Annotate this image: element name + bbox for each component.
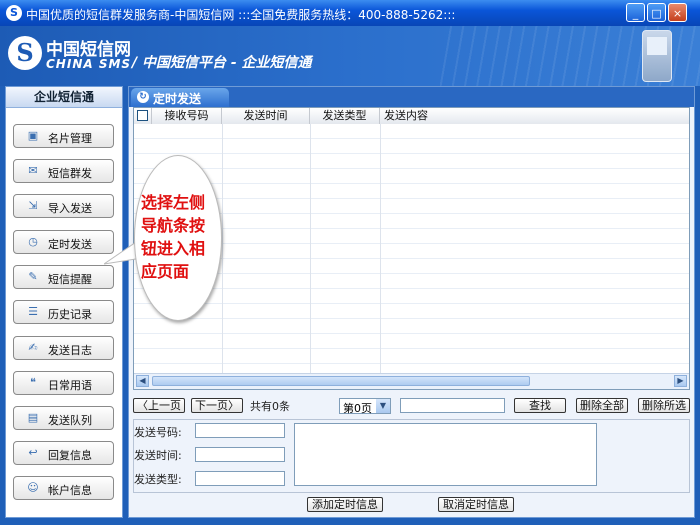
sidebar-item-label: 历史记录: [48, 308, 92, 321]
reminder-icon: ✎: [28, 270, 38, 283]
close-button[interactable]: ×: [668, 3, 687, 22]
app-icon: S: [6, 5, 22, 21]
sidebar: 企业短信通 ▣ 名片管理 ✉ 短信群发 ⇲ 导入发送 ◷ 定时发送 ✎ 短信提醒: [5, 86, 123, 518]
queue-icon: ▤: [27, 411, 39, 424]
sidebar-item-label: 发送队列: [48, 414, 92, 427]
logo-text-en: CHINA SMS: [46, 57, 132, 71]
tab-bar: ↻ 定时发送: [129, 87, 694, 107]
app-window: S 中国优质的短信群发服务商-中国短信网 :::全国免费服务热线：400-888…: [0, 0, 700, 525]
tab-scheduled-send[interactable]: ↻ 定时发送: [131, 88, 229, 107]
logo-icon: S: [8, 36, 42, 70]
column-divider: [222, 124, 223, 373]
column-divider: [310, 124, 311, 373]
sidebar-item-history[interactable]: ☰ 历史记录: [13, 300, 114, 324]
message-content-textarea[interactable]: [294, 423, 597, 486]
window-title: 中国优质的短信群发服务商-中国短信网 :::全国免费服务热线：400-888-5…: [26, 8, 456, 22]
maximize-button[interactable]: □: [647, 3, 666, 22]
type-label: 发送类型:: [134, 473, 182, 486]
tab-label: 定时发送: [153, 92, 202, 106]
sidebar-item-label: 发送日志: [48, 344, 92, 357]
horizontal-scrollbar[interactable]: ◀ ▶: [134, 373, 689, 389]
column-divider: [380, 124, 381, 373]
cancel-schedule-button[interactable]: 取消定时信息: [438, 497, 514, 512]
scroll-right-icon[interactable]: ▶: [674, 375, 687, 387]
sidebar-item-card-manage[interactable]: ▣ 名片管理: [13, 124, 114, 148]
sidebar-item-group-send[interactable]: ✉ 短信群发: [13, 159, 114, 183]
prev-page-button[interactable]: 〈上一页: [133, 398, 185, 413]
number-label: 发送号码:: [134, 426, 182, 439]
sidebar-item-account[interactable]: ☺ 帐户信息: [13, 476, 114, 500]
sidebar-item-label: 短信群发: [48, 167, 92, 180]
column-header-type[interactable]: 发送类型: [310, 108, 380, 124]
group-send-icon: ✉: [28, 164, 38, 177]
card-icon: ▣: [27, 129, 39, 142]
reply-icon: ↩: [28, 446, 38, 459]
next-page-button[interactable]: 下一页〉: [191, 398, 243, 413]
phone-icon: [642, 30, 672, 82]
sidebar-item-reply[interactable]: ↩ 回复信息: [13, 441, 114, 465]
schedule-form: 发送号码: 发送时间: 发送类型:: [133, 419, 690, 493]
sidebar-item-label: 日常用语: [48, 379, 92, 392]
column-header-number[interactable]: 接收号码: [152, 108, 222, 124]
sidebar-item-phrases[interactable]: ❝ 日常用语: [13, 371, 114, 395]
time-field[interactable]: [195, 447, 285, 462]
history-icon: ☰: [28, 305, 38, 318]
import-icon: ⇲: [28, 199, 38, 212]
clock-icon: ◷: [28, 235, 38, 248]
sidebar-item-send-queue[interactable]: ▤ 发送队列: [13, 406, 114, 430]
title-bar: S 中国优质的短信群发服务商-中国短信网 :::全国免费服务热线：400-888…: [0, 0, 700, 26]
number-field[interactable]: [195, 423, 285, 438]
phrases-icon: ❝: [30, 376, 36, 389]
sidebar-title: 企业短信通: [6, 87, 122, 108]
sidebar-item-scheduled-send[interactable]: ◷ 定时发送: [13, 230, 114, 254]
scrollbar-thumb[interactable]: [152, 376, 530, 386]
type-field[interactable]: [195, 471, 285, 486]
refresh-icon: ↻: [137, 91, 149, 103]
column-header-content[interactable]: 发送内容: [380, 108, 450, 124]
delete-all-button[interactable]: 删除全部: [576, 398, 628, 413]
sidebar-body: ▣ 名片管理 ✉ 短信群发 ⇲ 导入发送 ◷ 定时发送 ✎ 短信提醒 ☰ 历史记…: [6, 108, 122, 517]
chevron-down-icon: ▼: [376, 399, 390, 413]
log-icon: ✍: [28, 341, 38, 354]
sidebar-item-label: 回复信息: [48, 449, 92, 462]
sidebar-item-label: 定时发送: [48, 238, 92, 251]
table-header: 接收号码 发送时间 发送类型 发送内容: [134, 108, 689, 125]
minimize-button[interactable]: _: [626, 3, 645, 22]
scroll-left-icon[interactable]: ◀: [136, 375, 149, 387]
sidebar-item-label: 短信提醒: [48, 273, 92, 286]
column-header-time[interactable]: 发送时间: [222, 108, 310, 124]
sidebar-item-label: 名片管理: [48, 132, 92, 145]
sidebar-item-label: 导入发送: [48, 202, 92, 215]
time-label: 发送时间:: [134, 449, 182, 462]
add-schedule-button[interactable]: 添加定时信息: [307, 497, 383, 512]
header-banner: S 中国短信网 CHINA SMS / 中国短信平台 - 企业短信通: [0, 26, 700, 86]
select-all-cell: [134, 108, 152, 124]
delete-selected-button[interactable]: 删除所选: [638, 398, 690, 413]
search-input[interactable]: [400, 398, 505, 413]
main-panel: ↻ 定时发送 接收号码 发送时间 发送类型 发送内容 ◀ ▶ 〈上一页 下一页〉…: [128, 86, 695, 518]
select-all-checkbox[interactable]: [137, 110, 148, 121]
callout-text: 选择左侧导航条按钮进入相应页面: [141, 193, 206, 281]
sidebar-item-label: 帐户信息: [48, 484, 92, 497]
sidebar-item-import-send[interactable]: ⇲ 导入发送: [13, 194, 114, 218]
sidebar-item-send-log[interactable]: ✍ 发送日志: [13, 336, 114, 360]
sidebar-item-reminder[interactable]: ✎ 短信提醒: [13, 265, 114, 289]
account-icon: ☺: [27, 481, 39, 494]
search-button[interactable]: 查找: [514, 398, 566, 413]
page-select[interactable]: 第0页 ▼: [339, 398, 391, 415]
platform-title: / 中国短信平台 - 企业短信通: [132, 55, 312, 71]
record-count: 共有0条: [250, 400, 290, 413]
page-select-value: 第0页: [343, 402, 372, 415]
